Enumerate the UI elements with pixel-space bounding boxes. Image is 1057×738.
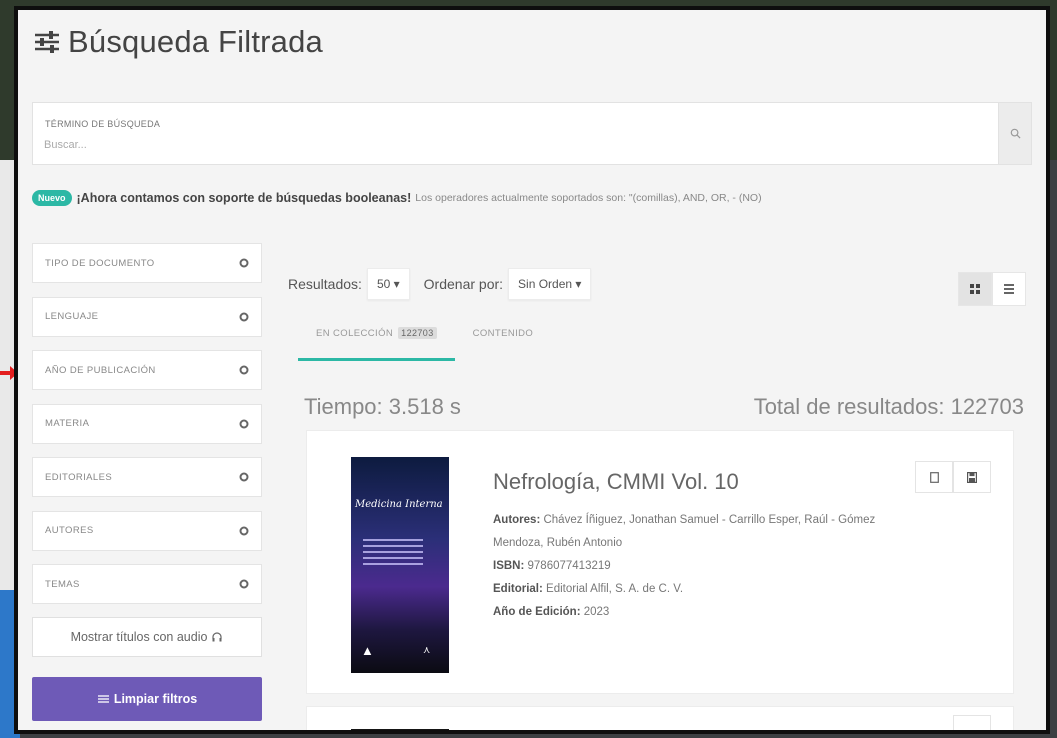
filter-topics[interactable]: TEMAS xyxy=(32,564,262,604)
save-button[interactable] xyxy=(953,461,991,493)
sliders-icon xyxy=(97,694,109,703)
book-title[interactable]: Nefrología, CMMI Vol. 10 xyxy=(493,469,739,495)
filter-document-type[interactable]: TIPO DE DOCUMENTO xyxy=(32,243,262,283)
document-icon xyxy=(929,471,939,483)
results-per-page-select[interactable]: 50 ▾ xyxy=(366,268,410,300)
collection-count-badge: 122703 xyxy=(398,327,437,339)
tab-label: EN COLECCIÓN xyxy=(316,328,394,339)
new-badge: Nuevo xyxy=(32,190,72,206)
filter-label: TIPO DE DOCUMENTO xyxy=(45,257,155,269)
order-value: Sin Orden xyxy=(518,277,573,291)
search-label: TÉRMINO DE BÚSQUEDA xyxy=(45,119,161,129)
gear-icon xyxy=(239,419,249,428)
filter-label: EDITORIALES xyxy=(45,471,113,483)
book-cover[interactable]: Medicina Interna ▲ ⋏ xyxy=(351,457,449,673)
card-actions xyxy=(915,461,991,493)
book-metadata: Autores: Chávez Íñiguez, Jonathan Samuel… xyxy=(493,509,913,624)
editorial-key: Editorial: xyxy=(493,583,543,595)
filter-authors[interactable]: AUTORES xyxy=(32,510,262,551)
order-by-label: Ordenar por: xyxy=(423,276,504,292)
filter-label: TEMAS xyxy=(45,578,80,590)
search-page: Búsqueda Filtrada TÉRMINO DE BÚSQUEDA Nu… xyxy=(14,6,1050,734)
save-icon xyxy=(967,471,977,483)
cover-mark-icon: ⋏ xyxy=(423,645,431,656)
gear-icon xyxy=(239,312,249,321)
search-button[interactable] xyxy=(998,103,1031,164)
tab-content[interactable]: CONTENIDO xyxy=(455,322,552,361)
gear-icon xyxy=(239,365,249,375)
gear-icon xyxy=(239,258,249,268)
filter-subject[interactable]: MATERIA xyxy=(32,403,262,444)
year-key: Año de Edición: xyxy=(493,606,581,618)
search-icon xyxy=(1010,128,1021,139)
results-per-page-label: Resultados: xyxy=(288,276,362,292)
isbn-value: 9786077413219 xyxy=(527,560,611,572)
results-summary: Tiempo: 3.518 s Total de resultados: 122… xyxy=(304,394,1024,420)
search-input[interactable] xyxy=(44,135,944,155)
result-tabs: EN COLECCIÓN 122703 CONTENIDO xyxy=(298,322,551,361)
filter-label: LENGUAJE xyxy=(45,311,99,322)
grid-icon xyxy=(970,284,980,294)
year-value: 2023 xyxy=(583,606,610,618)
gear-icon xyxy=(239,579,249,589)
page-title: Búsqueda Filtrada xyxy=(68,24,324,59)
per-page-value: 50 xyxy=(376,277,391,291)
notice-headline: ¡Ahora contamos con soporte de búsquedas… xyxy=(76,191,412,205)
authors-row: Autores: Chávez Íñiguez, Jonathan Samuel… xyxy=(493,509,913,555)
filter-sidebar: TIPO DE DOCUMENTO LENGUAJE AÑO DE PUBLIC… xyxy=(32,243,262,721)
search-box: TÉRMINO DE BÚSQUEDA xyxy=(32,102,1032,165)
book-cover[interactable] xyxy=(351,729,449,730)
notice-detail: Los operadores actualmente soportados so… xyxy=(415,192,762,204)
results-toolbar: Resultados: 50 ▾ Ordenar por: Sin Orden … xyxy=(288,268,605,300)
filter-label: MATERIA xyxy=(45,418,90,429)
show-audio-titles-button[interactable]: Mostrar títulos con audio xyxy=(32,616,262,657)
cover-text-lines xyxy=(363,539,423,569)
clear-filters-button[interactable]: Limpiar filtros xyxy=(32,676,262,721)
isbn-key: ISBN: xyxy=(493,560,525,572)
filter-publication-year[interactable]: AÑO DE PUBLICACIÓN xyxy=(32,350,262,390)
clear-filters-label: Limpiar filtros xyxy=(113,691,198,706)
gear-icon xyxy=(239,472,249,482)
total-results: Total de resultados: 122703 xyxy=(753,394,1024,419)
authors-value: Chávez Íñiguez, Jonathan Samuel - Carril… xyxy=(493,514,876,549)
preview-button[interactable] xyxy=(915,461,953,493)
cover-title: Medicina Interna xyxy=(355,499,443,510)
gear-icon xyxy=(239,526,249,535)
list-view-button[interactable] xyxy=(992,272,1026,306)
headphones-icon xyxy=(212,631,223,641)
result-card-next xyxy=(306,706,1014,730)
list-icon xyxy=(1004,284,1014,294)
editorial-row: Editorial: Editorial Alfil, S. A. de C. … xyxy=(493,578,913,601)
authors-key: Autores: xyxy=(493,514,541,526)
editorial-value: Editorial Alfil, S. A. de C. V. xyxy=(546,583,684,595)
audio-button-label: Mostrar títulos con audio xyxy=(70,629,208,644)
order-by-select[interactable]: Sin Orden ▾ xyxy=(508,268,592,300)
tab-collection[interactable]: EN COLECCIÓN 122703 xyxy=(298,322,455,361)
view-toggle xyxy=(958,272,1026,306)
preview-button[interactable] xyxy=(953,715,991,730)
filter-language[interactable]: LENGUAJE xyxy=(32,296,262,337)
publisher-logo-icon: ▲ xyxy=(361,643,374,658)
page-header: Búsqueda Filtrada xyxy=(32,24,323,60)
sliders-icon xyxy=(35,31,59,53)
isbn-row: ISBN: 9786077413219 xyxy=(493,555,913,578)
year-row: Año de Edición: 2023 xyxy=(493,601,913,624)
search-time: Tiempo: 3.518 s xyxy=(304,394,461,419)
filter-label: AUTORES xyxy=(45,525,94,536)
result-card: Medicina Interna ▲ ⋏ Nefrología, CMMI Vo… xyxy=(306,430,1014,694)
boolean-search-notice: Nuevo ¡Ahora contamos con soporte de bús… xyxy=(32,190,762,206)
grid-view-button[interactable] xyxy=(958,272,992,306)
filter-publishers[interactable]: EDITORIALES xyxy=(32,457,262,497)
tab-label: CONTENIDO xyxy=(472,328,534,339)
filter-label: AÑO DE PUBLICACIÓN xyxy=(45,364,156,376)
